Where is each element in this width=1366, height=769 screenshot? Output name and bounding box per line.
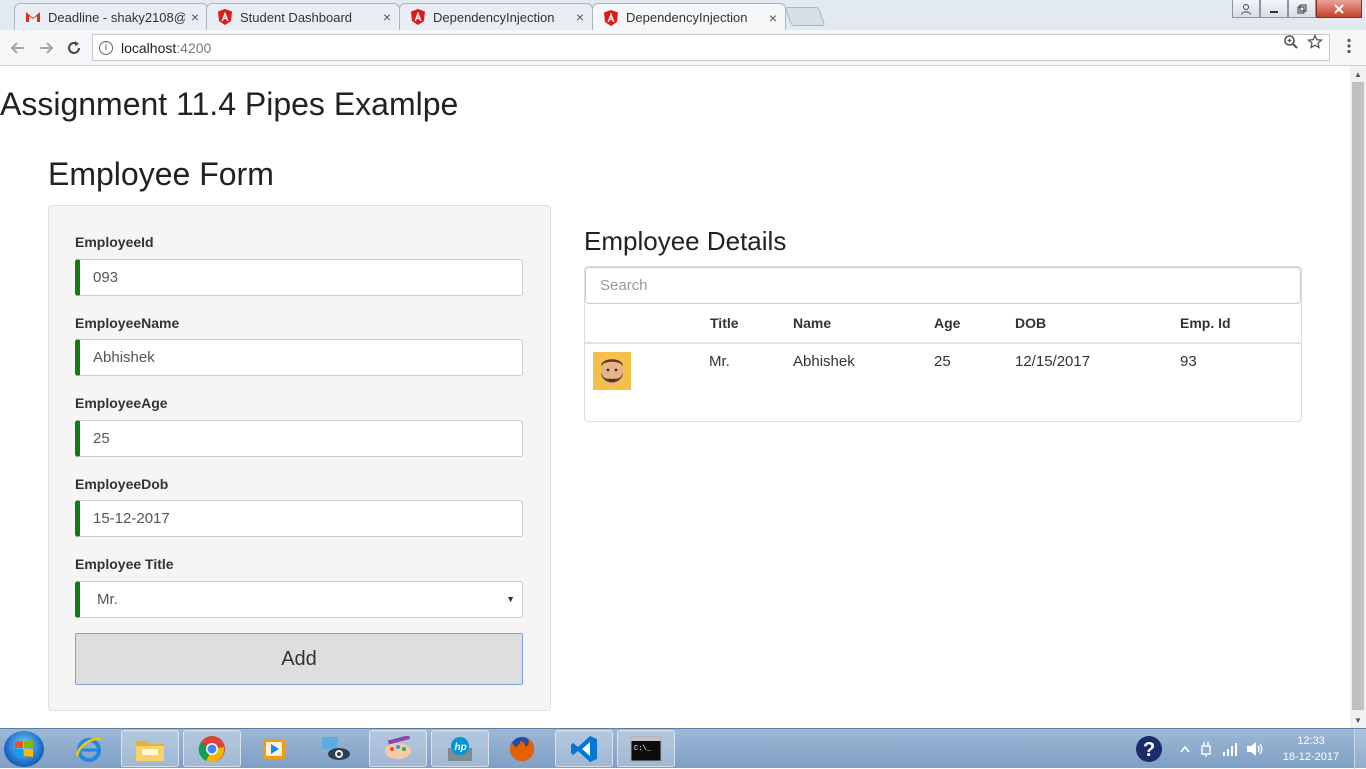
user-profile-icon[interactable] (1232, 0, 1260, 18)
tab-close-icon[interactable]: × (769, 10, 777, 26)
tab-dependency-injection-active[interactable]: DependencyInjection × (592, 3, 786, 31)
address-host: localhost (121, 39, 177, 56)
cell-name: Abhishek (793, 353, 855, 370)
tab-close-icon[interactable]: × (576, 9, 584, 25)
cell-title: Mr. (709, 353, 730, 370)
new-tab-button[interactable] (784, 7, 826, 26)
cell-emp-id: 93 (1180, 353, 1197, 370)
back-arrow-icon[interactable] (6, 36, 30, 60)
clock-date: 18-12-2017 (1282, 751, 1340, 763)
chrome-icon[interactable] (183, 730, 241, 767)
reload-icon[interactable] (62, 36, 86, 60)
info-icon[interactable]: i (99, 40, 113, 55)
system-tray: ? (1134, 729, 1264, 769)
clock-time: 12:33 (1297, 735, 1325, 747)
show-hidden-icons-icon[interactable] (1180, 745, 1190, 753)
employee-title-select[interactable]: Mr. ▼ (75, 581, 523, 618)
paint-icon[interactable] (369, 730, 427, 767)
gmail-icon (25, 9, 41, 25)
vscode-icon[interactable] (555, 730, 613, 767)
internet-explorer-icon[interactable] (60, 730, 118, 767)
command-prompt-icon[interactable]: C:\_ (617, 730, 675, 767)
avatar (593, 352, 631, 390)
scroll-down-arrow-icon[interactable]: ▼ (1350, 712, 1366, 728)
svg-text:hp: hp (455, 742, 467, 753)
employee-age-label: EmployeeAge (75, 395, 168, 411)
employee-dob-input[interactable]: 15-12-2017 (75, 500, 523, 537)
zoom-icon[interactable] (1283, 34, 1299, 54)
taskbar-clock[interactable]: 12:33 18-12-2017 (1280, 733, 1342, 765)
column-header-dob: DOB (1015, 315, 1047, 331)
tab-close-icon[interactable]: × (191, 9, 199, 25)
angular-icon (410, 9, 426, 25)
media-player-icon[interactable] (245, 730, 303, 767)
tab-label: Deadline - shaky2108@g (48, 9, 185, 25)
employee-name-label: EmployeeName (75, 315, 180, 331)
tab-strip: Deadline - shaky2108@g × Student Dashboa… (0, 0, 1366, 31)
search-input[interactable]: Search (585, 267, 1301, 304)
show-desktop-button[interactable] (1354, 729, 1366, 769)
cell-age: 25 (934, 353, 951, 370)
tab-close-icon[interactable]: × (383, 9, 391, 25)
windows-start-icon[interactable] (4, 731, 44, 767)
network-monitor-icon[interactable] (307, 730, 365, 767)
employee-details-panel: Search Title Name Age DOB Emp. Id Mr. Ab… (584, 266, 1302, 422)
column-header-name: Name (793, 315, 832, 331)
employee-id-input[interactable]: 093 (75, 259, 523, 296)
svg-text:C:\_: C:\_ (634, 745, 652, 753)
tab-student-dashboard[interactable]: Student Dashboard × (206, 3, 400, 30)
details-title: Employee Details (584, 226, 787, 256)
employee-id-label: EmployeeId (75, 234, 154, 250)
employee-dob-label: EmployeeDob (75, 476, 169, 492)
address-port: :4200 (176, 39, 212, 56)
tab-label: DependencyInjection (433, 9, 555, 25)
vertical-scrollbar[interactable]: ▲ ▼ (1350, 66, 1366, 728)
scroll-up-arrow-icon[interactable]: ▲ (1350, 66, 1366, 82)
window-controls (1232, 0, 1362, 20)
angular-icon (603, 9, 619, 26)
restore-icon[interactable] (1288, 0, 1316, 18)
angular-icon (217, 9, 233, 25)
taskbar: hp C:\_ ? 12:33 18-12-2017 (0, 728, 1366, 769)
browser-toolbar: i localhost:4200 (0, 30, 1366, 66)
file-explorer-icon[interactable] (121, 730, 179, 767)
column-header-emp-id: Emp. Id (1180, 315, 1231, 331)
employee-title-value: Mr. (97, 591, 118, 608)
tab-label: DependencyInjection (626, 10, 748, 25)
cell-dob: 12/15/2017 (1015, 353, 1091, 370)
form-title: Employee Form (48, 156, 274, 192)
employee-name-input[interactable]: Abhishek (75, 339, 523, 376)
network-signal-icon[interactable] (1222, 742, 1238, 756)
forward-arrow-icon[interactable] (34, 36, 58, 60)
volume-icon[interactable] (1246, 741, 1264, 757)
tab-label: Student Dashboard (240, 9, 353, 25)
employee-form: EmployeeId 093 EmployeeName Abhishek Emp… (48, 205, 551, 711)
bookmark-star-icon[interactable] (1306, 33, 1324, 54)
tab-dependency-injection-1[interactable]: DependencyInjection × (399, 3, 593, 30)
dropdown-caret-icon: ▼ (506, 594, 515, 604)
scroll-thumb[interactable] (1352, 82, 1364, 710)
employee-age-input[interactable]: 25 (75, 420, 523, 457)
hp-icon[interactable]: hp (431, 730, 489, 767)
tab-gmail-deadline[interactable]: Deadline - shaky2108@g × (14, 3, 208, 30)
column-header-age: Age (934, 315, 961, 331)
column-header-title: Title (710, 315, 739, 331)
firefox-icon[interactable] (493, 730, 551, 767)
power-plug-icon[interactable] (1198, 741, 1214, 757)
help-icon[interactable]: ? (1134, 734, 1164, 764)
employee-title-label: Employee Title (75, 556, 174, 572)
table-header-divider (585, 342, 1301, 344)
minimize-icon[interactable] (1260, 0, 1288, 18)
svg-text:?: ? (1143, 739, 1155, 761)
page-heading: Assignment 11.4 Pipes Examlpe (0, 86, 459, 122)
close-window-icon[interactable] (1316, 0, 1362, 18)
page-content: Assignment 11.4 Pipes Examlpe Employee F… (0, 66, 1350, 728)
add-button[interactable]: Add (75, 633, 523, 685)
address-bar[interactable]: i localhost:4200 (92, 34, 1330, 61)
menu-dots-icon[interactable] (1344, 38, 1354, 54)
